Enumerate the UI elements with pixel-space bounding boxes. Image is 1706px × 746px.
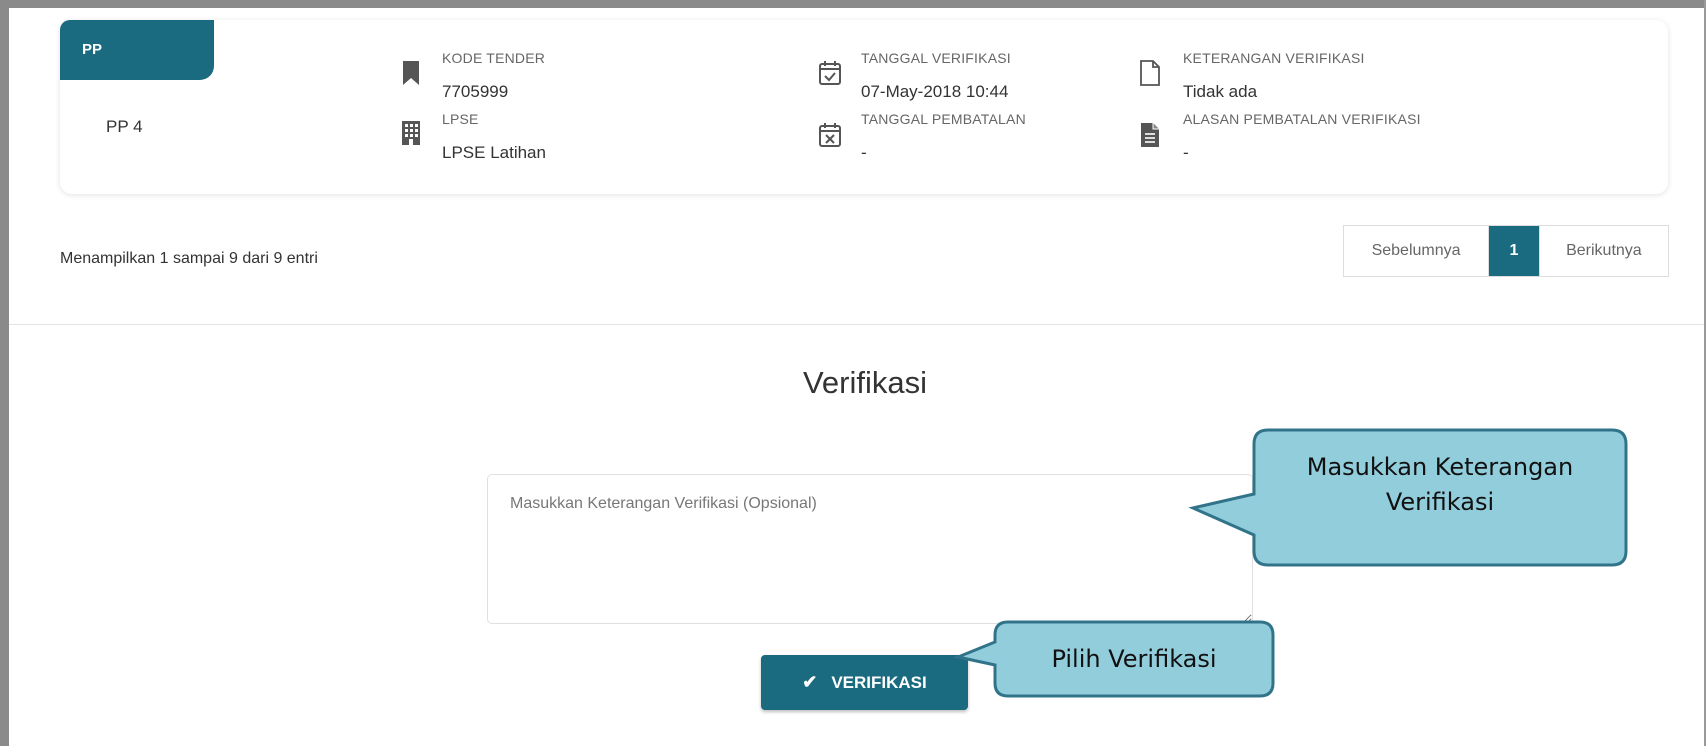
callout-graphics [952, 428, 1628, 698]
callout-pilih-text: Pilih Verifikasi [1051, 645, 1217, 673]
callout-keterangan-line1: Masukkan Keterangan [1306, 453, 1574, 481]
callout-keterangan-line2: Verifikasi [1385, 487, 1495, 516]
callout-keterangan-text: Masukkan Keterangan Verifikasi [1256, 450, 1624, 520]
